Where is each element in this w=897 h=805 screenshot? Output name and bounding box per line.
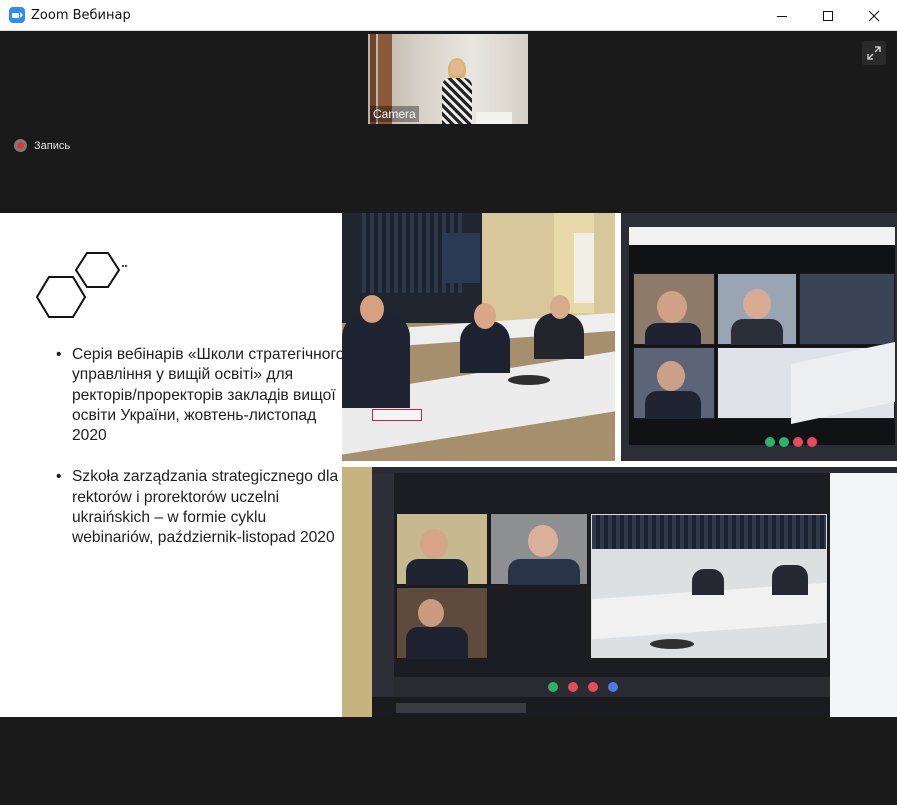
bullet-text-ukrainian: Серія вебінарів «Школи стратегічного упр… <box>72 346 345 445</box>
minimize-icon <box>777 15 787 17</box>
slide-photo-conference-room <box>342 213 615 461</box>
record-icon <box>14 139 27 152</box>
recording-label: Запись <box>34 139 71 152</box>
slide-photo-laptop-screen <box>342 467 897 717</box>
close-icon <box>868 10 880 21</box>
speaker-figure <box>442 78 472 124</box>
bullet-symbol: • <box>56 346 62 363</box>
slide-photo-video-call <box>621 213 897 461</box>
slide-text-block: • Серія вебінарів «Школи стратегічного у… <box>56 345 346 570</box>
maximize-icon <box>823 10 833 21</box>
shared-slide: • Серія вебінарів «Школи стратегічного у… <box>0 213 897 717</box>
maximize-button[interactable] <box>805 0 851 31</box>
expand-icon <box>867 46 881 60</box>
bullet-text-polish: Szkoła zarządzania strategicznego dla re… <box>72 468 339 547</box>
recording-indicator[interactable]: Запись <box>14 139 70 152</box>
hexagon-logo <box>35 252 127 318</box>
slide-bullet: • Szkoła zarządzania strategicznego dla … <box>56 467 346 548</box>
camera-video-tile[interactable]: Camera <box>368 34 528 124</box>
window-title: Zoom Вебинар <box>31 7 131 23</box>
meeting-area: Camera Запись • Серія вебінарів «Школи с… <box>0 31 897 805</box>
zoom-app-icon <box>9 7 25 23</box>
bullet-symbol: • <box>56 468 62 486</box>
close-button[interactable] <box>851 0 897 31</box>
slide-bullet: • Серія вебінарів «Школи стратегічного у… <box>56 345 346 446</box>
title-bar: Zoom Вебинар <box>0 0 897 31</box>
window-controls <box>759 0 897 31</box>
minimize-button[interactable] <box>759 0 805 31</box>
fullscreen-button[interactable] <box>862 41 886 65</box>
camera-tile-label: Camera <box>370 106 419 122</box>
